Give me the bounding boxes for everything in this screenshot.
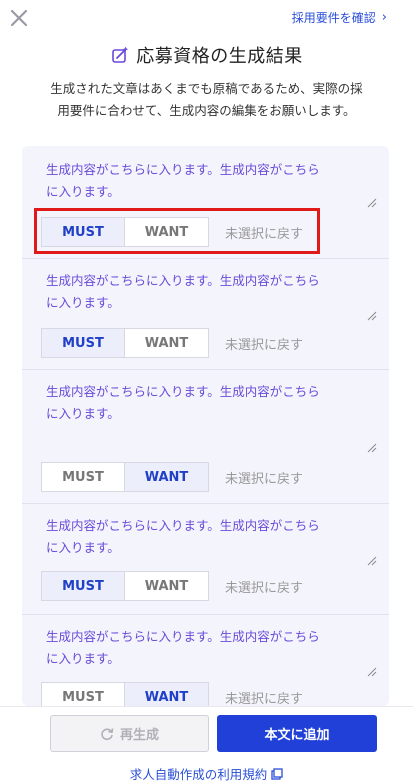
generated-text-line: に入ります。 <box>46 651 120 666</box>
list-item: 生成内容がこちらに入ります。生成内容がこちら に入ります。 MUST WANT … <box>22 259 389 370</box>
resize-handle-icon[interactable] <box>367 556 377 566</box>
priority-selector: MUST WANT 未選択に戻す <box>41 682 303 706</box>
footer: 再生成 本文に追加 求人自動作成の利用規約 <box>0 706 413 782</box>
generated-text-line: に入ります。 <box>46 540 120 555</box>
external-link-icon <box>271 767 283 780</box>
description-line: 生成された文章はあくまでも原稿であるため、実際の採 <box>50 81 363 96</box>
description: 生成された文章はあくまでも原稿であるため、実際の採 用要件に合わせて、生成内容の… <box>36 78 377 122</box>
refresh-icon <box>101 727 114 740</box>
regenerate-button[interactable]: 再生成 <box>50 715 209 752</box>
sparkle-edit-icon <box>110 45 130 65</box>
reset-selection-button[interactable]: 未選択に戻す <box>225 328 303 358</box>
reset-selection-button[interactable]: 未選択に戻す <box>225 682 303 707</box>
want-button[interactable]: WANT <box>125 217 209 247</box>
close-button[interactable] <box>9 8 29 28</box>
generated-text-area[interactable]: 生成内容がこちらに入ります。生成内容がこちら に入ります。 <box>46 626 361 670</box>
reset-selection-button[interactable]: 未選択に戻す <box>225 217 303 247</box>
priority-selector: MUST WANT 未選択に戻す <box>41 328 303 358</box>
generated-text-line: 生成内容がこちらに入ります。生成内容がこちら <box>46 273 320 288</box>
resize-handle-icon[interactable] <box>367 198 377 208</box>
want-button[interactable]: WANT <box>125 328 209 358</box>
generated-text-line: 生成内容がこちらに入ります。生成内容がこちら <box>46 384 320 399</box>
list-item: 生成内容がこちらに入ります。生成内容がこちら に入ります。 MUST WANT … <box>22 146 389 259</box>
generated-text-line: 生成内容がこちらに入ります。生成内容がこちら <box>46 162 320 177</box>
generated-items-list[interactable]: 生成内容がこちらに入ります。生成内容がこちら に入ります。 MUST WANT … <box>22 146 389 706</box>
list-item: 生成内容がこちらに入ります。生成内容がこちら に入ります。 MUST WANT … <box>22 504 389 615</box>
terms-label: 求人自動作成の利用規約 <box>129 767 268 782</box>
generated-text-area[interactable]: 生成内容がこちらに入ります。生成内容がこちら に入ります。 <box>46 515 361 559</box>
reset-selection-button[interactable]: 未選択に戻す <box>225 571 303 601</box>
must-button[interactable]: MUST <box>41 217 125 247</box>
page-title: 応募資格の生成結果 <box>136 46 303 67</box>
want-button[interactable]: WANT <box>125 462 209 492</box>
requirements-link-label: 採用要件を確認 <box>291 11 376 25</box>
generated-text-area[interactable]: 生成内容がこちらに入ります。生成内容がこちら に入ります。 <box>46 159 361 203</box>
generated-text-line: に入ります。 <box>46 406 120 421</box>
want-button[interactable]: WANT <box>125 682 209 706</box>
resize-handle-icon[interactable] <box>367 667 377 677</box>
must-button[interactable]: MUST <box>41 682 125 706</box>
requirements-link[interactable]: 採用要件を確認 › <box>292 9 387 26</box>
must-button[interactable]: MUST <box>41 462 125 492</box>
must-button[interactable]: MUST <box>41 328 125 358</box>
priority-selector: MUST WANT 未選択に戻す <box>41 571 303 601</box>
list-item: 生成内容がこちらに入ります。生成内容がこちら に入ります。 MUST WANT … <box>22 615 389 706</box>
priority-selector: MUST WANT 未選択に戻す <box>41 217 303 247</box>
generated-text-area[interactable]: 生成内容がこちらに入ります。生成内容がこちら に入ります。 <box>46 270 361 314</box>
priority-selector: MUST WANT 未選択に戻す <box>41 462 303 492</box>
description-line: 用要件に合わせて、生成内容の編集をお願いします。 <box>57 103 356 118</box>
generated-text-line: 生成内容がこちらに入ります。生成内容がこちら <box>46 629 320 644</box>
generated-text-line: に入ります。 <box>46 295 120 310</box>
must-button[interactable]: MUST <box>41 571 125 601</box>
want-button[interactable]: WANT <box>125 571 209 601</box>
chevron-right-icon: › <box>381 10 387 25</box>
regenerate-label: 再生成 <box>119 728 159 743</box>
reset-selection-button[interactable]: 未選択に戻す <box>225 462 303 492</box>
title-row: 応募資格の生成結果 <box>0 42 413 68</box>
resize-handle-icon[interactable] <box>367 311 377 321</box>
generated-text-line: に入ります。 <box>46 184 120 199</box>
add-to-body-button[interactable]: 本文に追加 <box>217 715 377 752</box>
resize-handle-icon[interactable] <box>367 443 377 453</box>
list-item: 生成内容がこちらに入ります。生成内容がこちら に入ります。 MUST WANT … <box>22 370 389 504</box>
terms-link[interactable]: 求人自動作成の利用規約 <box>0 764 413 782</box>
close-icon <box>10 9 28 27</box>
generated-text-line: 生成内容がこちらに入ります。生成内容がこちら <box>46 518 320 533</box>
generated-text-area[interactable]: 生成内容がこちらに入ります。生成内容がこちら に入ります。 <box>46 381 361 425</box>
